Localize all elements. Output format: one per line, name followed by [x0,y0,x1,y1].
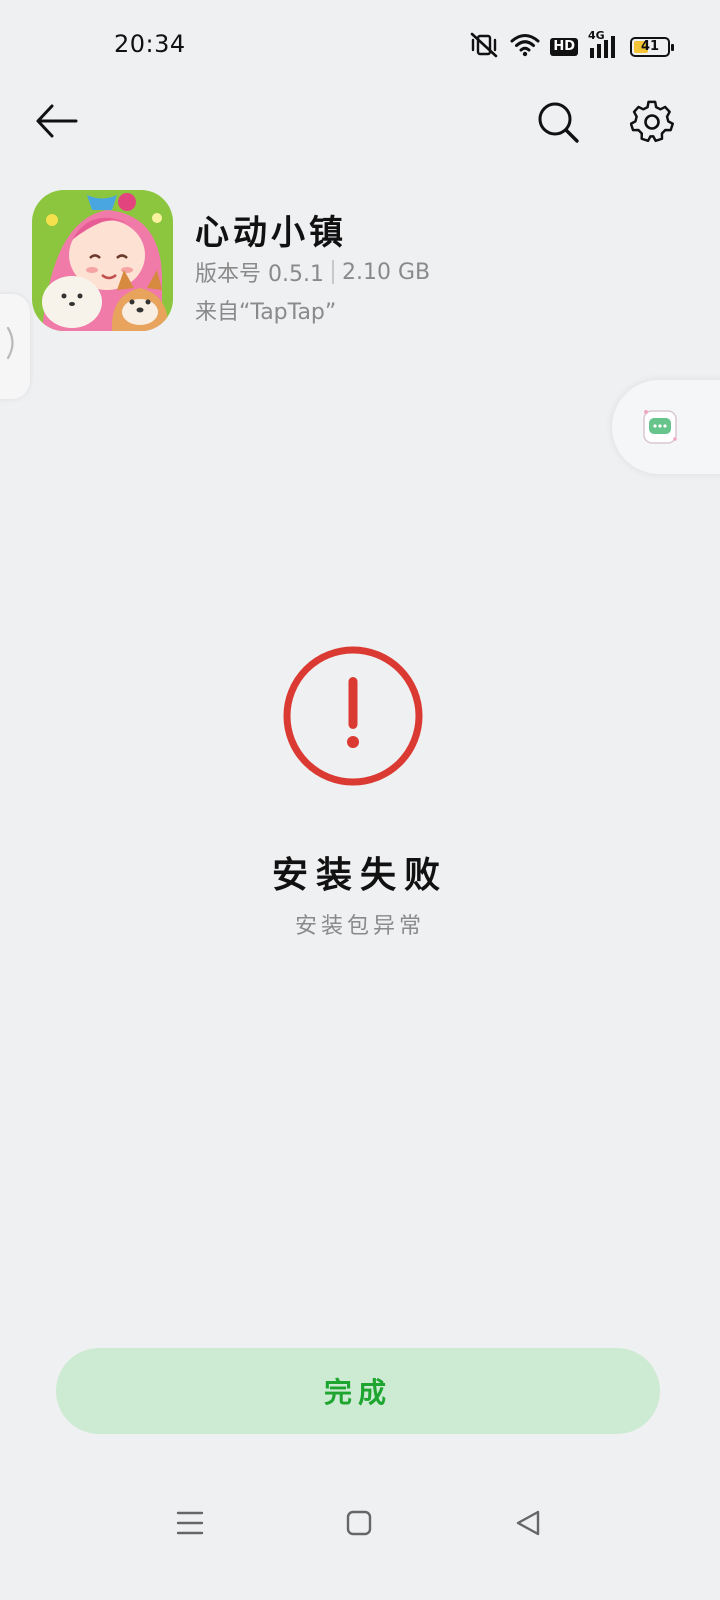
search-icon [536,100,580,148]
hd-icon: HD [550,38,578,56]
app-version: 版本号 0.5.1 [195,262,324,287]
done-button[interactable]: 完成 [56,1348,660,1434]
error-subtitle: 安装包异常 [294,914,425,939]
search-button[interactable] [534,100,582,148]
chevron-right-icon [5,326,19,367]
error-title: 安装失败 [271,855,448,896]
nav-back-button[interactable] [508,1505,548,1545]
back-button[interactable] [30,100,82,146]
floating-assistant-button[interactable] [612,380,720,474]
nav-home-button[interactable] [339,1505,379,1545]
status-time: 20:34 [114,30,186,58]
status-icons: HD 4G 41 [468,29,674,62]
mute-vibrate-icon [468,32,500,62]
settings-button[interactable] [628,100,676,148]
app-source: 来自“TapTap” [195,300,337,325]
gear-icon [629,100,674,148]
meta-divider [331,260,334,284]
home-square-icon [346,1510,372,1540]
side-panel-handle[interactable] [0,294,30,399]
nav-menu-button[interactable] [170,1505,210,1545]
cell-signal-icon: 4G [588,29,620,59]
error-exclamation-icon [282,645,424,787]
arrow-left-icon [34,103,78,143]
app-icon [32,190,173,331]
wifi-icon [510,33,540,61]
back-triangle-icon [514,1509,542,1541]
app-name: 心动小镇 [195,213,347,253]
app-meta: 版本号 0.5.1 2.10 GB [195,256,430,288]
battery-icon: 41 [630,37,674,57]
menu-icon [176,1510,204,1540]
app-size: 2.10 GB [341,259,431,285]
chat-bubble-icon [640,408,680,450]
